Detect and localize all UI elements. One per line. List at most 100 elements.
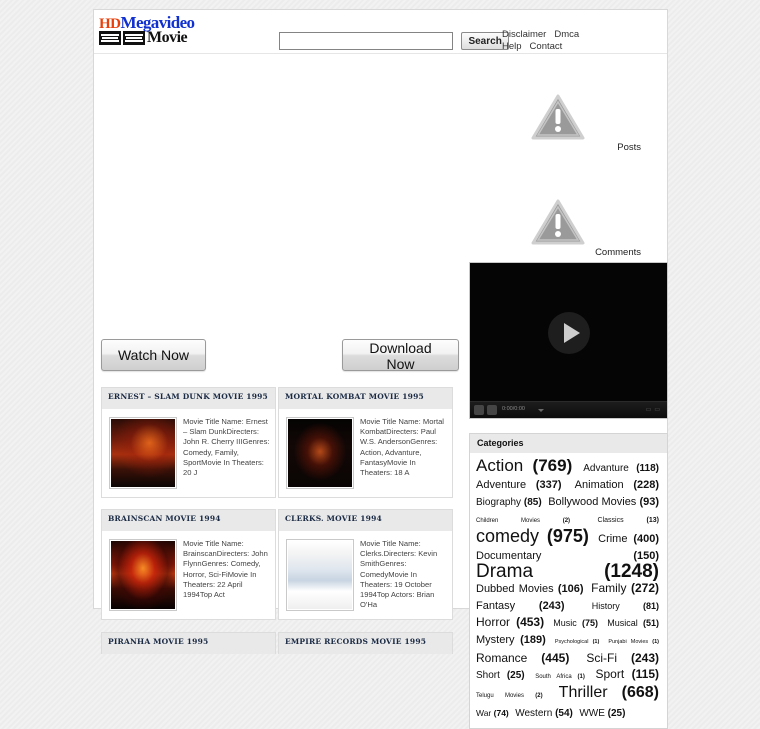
category-count: (118) (636, 463, 659, 474)
category-name: Drama (476, 561, 605, 582)
movie-card[interactable]: EMPIRE RECORDS MOVIE 1995 (278, 632, 453, 654)
broken-image-icon (531, 94, 584, 140)
movie-poster[interactable] (109, 417, 177, 489)
category-name: Dubbed Movies (476, 583, 558, 595)
category-name: Biography (476, 497, 524, 508)
category-link[interactable]: Short (25) (476, 670, 525, 681)
category-count: (106) (557, 583, 584, 595)
chevron-down-icon[interactable] (538, 409, 544, 412)
category-link[interactable]: Horror (453) (476, 615, 544, 629)
logo-movie-text: Movie (147, 29, 188, 46)
nav-link-help[interactable]: Help (502, 41, 522, 53)
movie-card-description: Movie Title Name: BrainscanDirecters: Jo… (183, 539, 268, 600)
category-count: (400) (633, 533, 660, 545)
category-count: (85) (523, 497, 542, 508)
category-link[interactable]: Mystery (189) (476, 634, 546, 646)
category-link[interactable]: Action (769) (476, 456, 572, 475)
category-link[interactable]: Bollywood Movies (93) (548, 496, 659, 508)
category-name: Short (476, 670, 507, 681)
category-link[interactable]: Telugu Movies (2) (476, 693, 543, 699)
category-link[interactable]: Sci-Fi (243) (586, 651, 659, 665)
comments-label: Comments (595, 247, 641, 258)
category-name: Romance (476, 651, 542, 665)
category-link[interactable]: Psychological (1) (555, 639, 599, 645)
video-play-button[interactable] (474, 405, 484, 415)
category-name: Advanture (583, 463, 637, 474)
category-link[interactable]: War (74) (476, 708, 509, 718)
movie-card-body: Movie Title Name: Ernest – Slam DunkDire… (102, 409, 275, 497)
movie-card-title: ERNEST – SLAM DUNK MOVIE 1995 (102, 388, 275, 409)
movie-card[interactable]: PIRANHA MOVIE 1995 (101, 632, 276, 654)
logo-text-bottom: Movie (99, 29, 194, 47)
category-link[interactable]: Sport (115) (595, 667, 659, 681)
category-link[interactable]: South Africa (1) (535, 674, 585, 680)
video-stop-button[interactable] (487, 405, 497, 415)
category-link[interactable]: Children Movies (2) (476, 518, 570, 524)
category-link[interactable]: Thriller (668) (559, 684, 659, 701)
category-name: Telugu Movies (476, 693, 536, 699)
category-count: (243) (630, 651, 659, 665)
category-link[interactable]: Family (272) (591, 581, 659, 595)
category-link[interactable]: Adventure (337) (476, 479, 562, 491)
site-header: HDMegavideo Movie Search Disclaimer Dmca … (94, 10, 667, 54)
category-link[interactable]: Drama (1248) (476, 561, 659, 582)
movie-poster[interactable] (286, 417, 354, 489)
category-name: Western (515, 708, 556, 719)
category-count: (668) (621, 684, 659, 701)
category-name: South Africa (535, 674, 578, 680)
video-stage[interactable] (470, 263, 667, 402)
nav-link-dmca[interactable]: Dmca (554, 29, 579, 41)
category-link[interactable]: Biography (85) (476, 497, 542, 508)
movie-poster[interactable] (109, 539, 177, 611)
category-count: (115) (631, 667, 659, 681)
category-link[interactable]: comedy (975) (476, 526, 589, 546)
category-link[interactable]: Western (54) (515, 708, 573, 719)
category-name: Mystery (476, 634, 521, 646)
category-count: (228) (633, 479, 659, 491)
watch-now-button[interactable]: Watch Now (101, 339, 206, 371)
category-link[interactable]: History (81) (592, 601, 659, 611)
movie-poster-image (111, 419, 175, 487)
category-link[interactable]: Advanture (118) (583, 463, 659, 474)
category-name: Sport (595, 667, 632, 681)
category-name: Musical (607, 618, 643, 628)
video-right-controls[interactable]: ▭▭ (646, 406, 663, 413)
category-name: WWE (579, 708, 608, 719)
category-count: (74) (493, 708, 509, 718)
logo-text-top: HDMegavideo (99, 14, 195, 32)
movie-card[interactable]: CLERKS. MOVIE 1994 Movie Title Name: Cle… (278, 509, 453, 620)
category-link[interactable]: Classics (13) (598, 517, 659, 524)
movie-card[interactable]: ERNEST – SLAM DUNK MOVIE 1995 Movie Titl… (101, 387, 276, 498)
category-link[interactable]: Musical (51) (607, 618, 659, 628)
movie-card[interactable]: BRAINSCAN MOVIE 1994 Movie Title Name: B… (101, 509, 276, 620)
category-link[interactable]: Romance (445) (476, 651, 569, 665)
category-count: (25) (506, 670, 525, 681)
category-link[interactable]: Dubbed Movies (106) (476, 583, 584, 595)
category-name: Horror (476, 615, 517, 629)
category-link[interactable]: Animation (228) (575, 479, 659, 491)
download-now-button[interactable]: Download Now (342, 339, 459, 372)
sidebar: Posts Comments 0:00/0:00 ▭▭ Categories A… (469, 54, 668, 729)
category-count: (51) (642, 618, 659, 628)
category-link[interactable]: Punjabi Movies (1) (608, 639, 659, 645)
category-link[interactable]: WWE (25) (579, 708, 625, 719)
category-name: Sci-Fi (586, 651, 631, 665)
search-input[interactable] (279, 32, 453, 50)
category-link[interactable]: Fantasy (243) (476, 600, 565, 612)
search-form: Search (279, 32, 509, 50)
category-name: Thriller (558, 684, 622, 701)
category-link[interactable]: Music (75) (553, 618, 598, 628)
movie-poster[interactable] (286, 539, 354, 611)
categories-title: Categories (470, 434, 667, 453)
play-overlay-button[interactable] (547, 311, 590, 354)
category-link[interactable]: Crime (400) (598, 533, 659, 545)
nav-link-contact[interactable]: Contact (530, 41, 563, 53)
video-player[interactable]: 0:00/0:00 ▭▭ (469, 262, 668, 419)
category-count: (75) (582, 618, 599, 628)
movie-card[interactable]: MORTAL KOMBAT MOVIE 1995 Movie Title Nam… (278, 387, 453, 498)
nav-link-disclaimer[interactable]: Disclaimer (502, 29, 546, 41)
site-logo[interactable]: HDMegavideo Movie (99, 14, 195, 48)
category-count: (243) (538, 600, 565, 612)
logo-hd-text: HD (99, 16, 121, 32)
category-count: (93) (639, 496, 659, 508)
